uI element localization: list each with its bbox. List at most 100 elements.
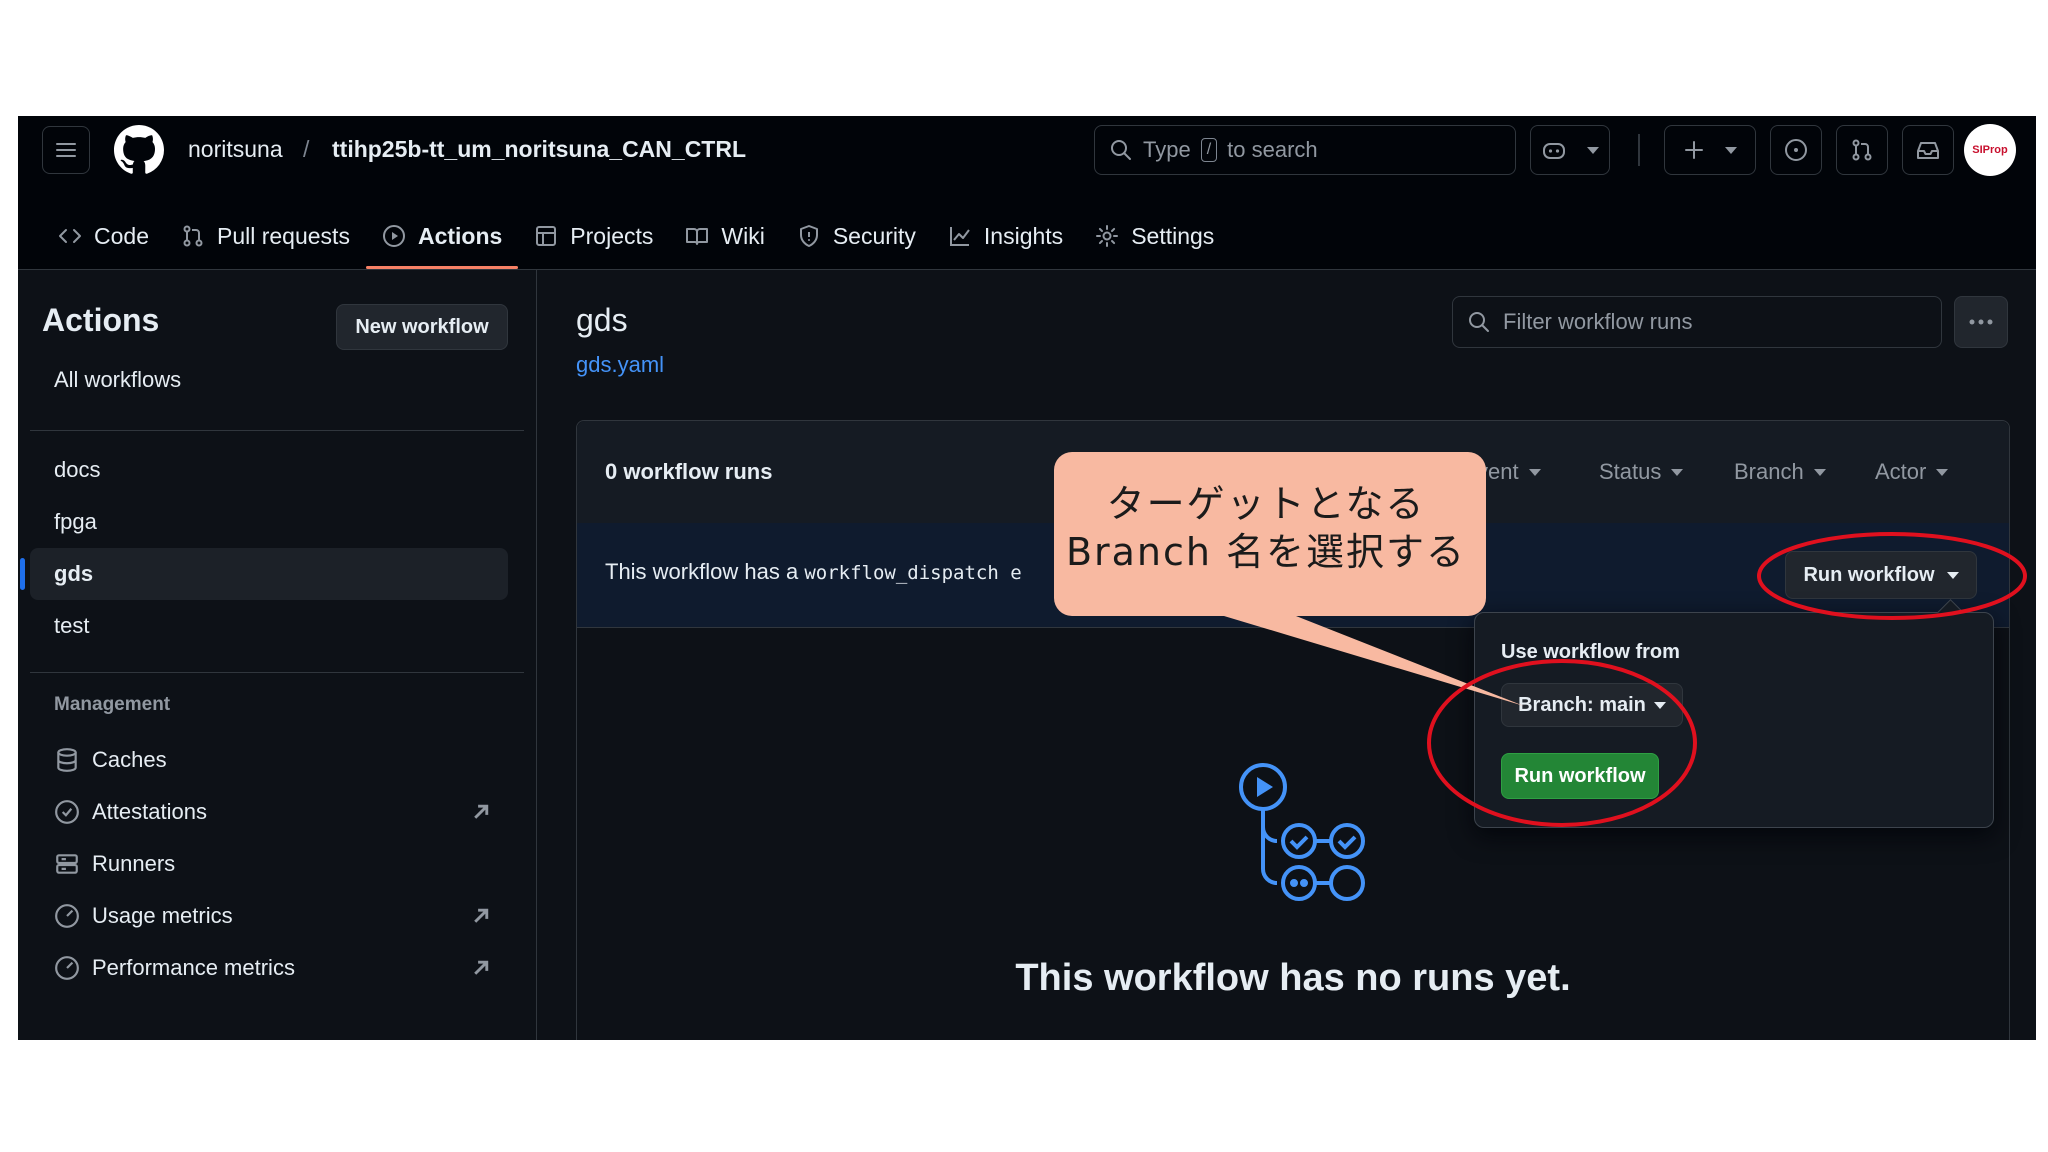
chevron-down-icon — [1946, 571, 1959, 579]
search-shortcut-key: / — [1200, 138, 1218, 162]
repo-name-link[interactable]: ttihp25b-tt_um_noritsuna_CAN_CTRL — [332, 136, 746, 163]
workflow-title: gds — [576, 302, 628, 338]
book-icon — [686, 228, 709, 245]
tab-security[interactable]: Security — [781, 204, 932, 268]
empty-state-message: This workflow has no runs yet. — [1015, 957, 1571, 999]
actor-filter-dropdown[interactable]: Actor — [1875, 459, 1949, 485]
filter-label: Status — [1599, 459, 1662, 484]
copilot-button[interactable] — [1530, 125, 1610, 175]
sidebar-item-test[interactable]: test — [30, 600, 508, 652]
sidebar-item-label: Caches — [92, 747, 167, 772]
dispatch-text: This workflow has a — [605, 559, 799, 584]
global-search[interactable]: Type / to search — [1094, 125, 1516, 175]
database-icon — [57, 748, 77, 772]
branch-select-button[interactable]: Branch: main — [1501, 683, 1683, 727]
sidebar-item-performance-metrics[interactable]: Performance metrics — [30, 942, 508, 994]
sidebar-item-caches[interactable]: Caches — [30, 734, 508, 786]
sidebar-divider — [30, 430, 524, 431]
table-icon — [536, 226, 557, 246]
event-filter-dropdown[interactable]: vent — [1477, 459, 1541, 485]
more-options-button[interactable] — [1954, 296, 2008, 348]
tab-label: Insights — [983, 222, 1064, 249]
status-filter-dropdown[interactable]: Status — [1599, 459, 1684, 485]
pull-requests-button[interactable] — [1836, 125, 1888, 175]
use-workflow-from-label: Use workflow from — [1501, 641, 1680, 663]
sidebar-item-fpga[interactable]: fpga — [30, 496, 508, 548]
branch-select-label: Branch: main — [1518, 693, 1646, 716]
sidebar-title: Actions — [42, 302, 160, 338]
tab-label: Pull requests — [216, 222, 350, 249]
github-logo-icon[interactable] — [114, 125, 164, 175]
pull-request-icon — [183, 225, 203, 247]
breadcrumb-separator: / — [303, 136, 310, 162]
tab-wiki[interactable]: Wiki — [669, 204, 780, 268]
tab-pull-requests[interactable]: Pull requests — [165, 204, 366, 268]
sidebar-item-all-workflows[interactable]: All workflows — [30, 354, 508, 406]
issues-button[interactable] — [1770, 125, 1822, 175]
sidebar-item-label: Runners — [92, 851, 176, 876]
chevron-down-icon — [1653, 701, 1666, 709]
callout-text: ターゲットとなる Branch 名を選択する — [1050, 480, 1482, 576]
sidebar-item-label: All workflows — [54, 367, 182, 392]
sidebar-item-usage-metrics[interactable]: Usage metrics — [30, 890, 508, 942]
external-link-icon — [474, 908, 489, 923]
filter-workflow-runs-input[interactable]: Filter workflow runs — [1452, 296, 1942, 348]
repo-owner-link[interactable]: noritsuna — [188, 136, 283, 163]
meter-icon — [55, 904, 79, 928]
avatar[interactable]: SIProp — [1964, 124, 2016, 176]
sidebar-item-label: test — [54, 613, 90, 638]
callout-line-1: ターゲットとなる — [1106, 482, 1426, 526]
tab-projects[interactable]: Projects — [518, 204, 669, 268]
management-heading: Management — [54, 694, 171, 715]
sidebar-item-label: fpga — [54, 509, 97, 534]
meter-icon — [55, 956, 79, 980]
tab-insights[interactable]: Insights — [932, 204, 1079, 268]
gear-icon — [1096, 225, 1119, 247]
branch-filter-dropdown[interactable]: Branch — [1734, 459, 1826, 485]
sidebar-item-runners[interactable]: Runners — [30, 838, 508, 890]
search-icon — [1469, 312, 1489, 332]
tab-actions[interactable]: Actions — [365, 204, 519, 269]
inbox-button[interactable] — [1902, 125, 1954, 175]
play-icon — [382, 225, 405, 247]
filter-label: Actor — [1875, 459, 1927, 484]
tab-label: Wiki — [721, 222, 765, 249]
workflow-file-link[interactable]: gds.yaml — [576, 352, 664, 378]
tab-settings[interactable]: Settings — [1079, 204, 1230, 268]
run-workflow-submit-button[interactable]: Run workflow — [1501, 753, 1659, 799]
tab-label: Projects — [570, 222, 654, 249]
create-new-button[interactable] — [1664, 125, 1756, 175]
run-workflow-dropdown-button[interactable]: Run workflow — [1785, 551, 1977, 599]
tab-label: Security — [832, 222, 916, 249]
filter-label: vent — [1477, 459, 1519, 484]
inbox-icon — [1917, 142, 1939, 159]
tab-label: Settings — [1131, 222, 1215, 249]
graph-icon — [949, 227, 970, 246]
chevron-down-icon — [1587, 146, 1599, 154]
tab-code[interactable]: Code — [42, 204, 165, 268]
sidebar-divider — [30, 672, 524, 673]
new-workflow-button[interactable]: New workflow — [336, 304, 508, 350]
header-divider — [1638, 134, 1640, 166]
run-workflow-panel: Use workflow from Branch: main Run workf… — [1474, 612, 1994, 828]
code-icon — [59, 229, 81, 243]
issue-icon — [1785, 139, 1807, 161]
repo-tabs: Code Pull requests Actions Projects Wiki… — [42, 204, 1230, 269]
runs-count: 0 workflow runs — [605, 459, 773, 484]
dispatch-message: This workflow has a workflow_dispatch e — [605, 559, 1022, 585]
search-suffix: to search — [1227, 137, 1318, 162]
kebab-horizontal-icon — [1969, 319, 1993, 325]
sidebar-item-label: docs — [54, 457, 101, 482]
menu-button[interactable] — [42, 126, 90, 174]
external-link-icon — [474, 804, 489, 819]
filter-placeholder: Filter workflow runs — [1503, 309, 1693, 334]
copilot-icon — [1543, 143, 1565, 159]
sidebar-item-gds[interactable]: gds — [20, 548, 508, 600]
server-icon — [56, 854, 78, 874]
sidebar-item-docs[interactable]: docs — [30, 444, 508, 496]
tab-label: Code — [94, 222, 149, 249]
callout-line-2: Branch 名を選択する — [1065, 530, 1467, 574]
chevron-down-icon — [1936, 468, 1949, 476]
pull-request-icon — [1852, 139, 1872, 161]
sidebar-item-attestations[interactable]: Attestations — [30, 786, 508, 838]
